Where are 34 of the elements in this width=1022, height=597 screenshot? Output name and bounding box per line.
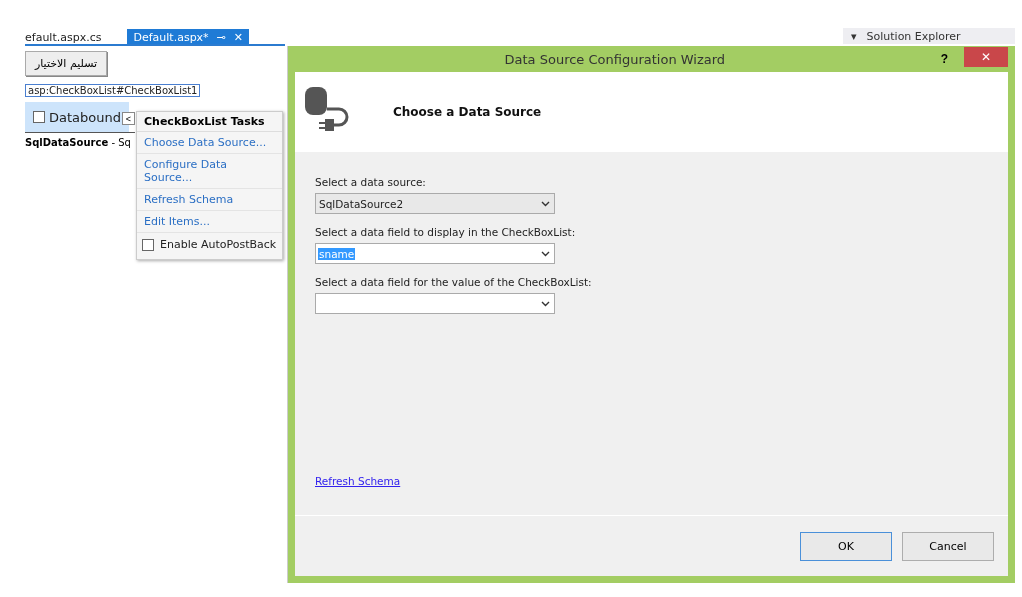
field-label: Select a data source: xyxy=(315,176,427,188)
checkbox[interactable] xyxy=(33,111,45,123)
close-button[interactable]: ✕ xyxy=(964,47,1008,67)
dialog-title: Data Source Configuration Wizard xyxy=(503,51,727,67)
checkbox[interactable] xyxy=(142,238,154,251)
caret-icon[interactable]: ▾ xyxy=(851,29,857,43)
field-label: Select a data field for the value of the CheckBoxList: xyxy=(315,276,593,288)
refresh-schema-link[interactable]: Refresh Schema xyxy=(315,475,401,487)
autopostback-option[interactable]: Enable AutoPostBack xyxy=(137,233,282,259)
checkbox-label: Databound xyxy=(49,109,121,125)
control-tag: asp:CheckBoxList#CheckBoxList1 xyxy=(25,84,201,97)
dialog-button[interactable]: Cancel xyxy=(902,531,994,561)
task-link[interactable]: Refresh Schema xyxy=(137,189,282,211)
page-heading: Choose a Data Source xyxy=(393,105,542,119)
panel-title: Solution Explorer xyxy=(866,29,961,43)
task-link[interactable]: Configure Data Source... xyxy=(137,154,282,189)
pin-icon[interactable]: ⊸ xyxy=(216,30,226,44)
document-tab[interactable]: efault.aspx.cs xyxy=(25,29,108,44)
tasks-title: CheckBoxList Tasks xyxy=(137,112,282,132)
dialog-button[interactable]: OK xyxy=(800,531,892,561)
field-label: Select a data field to display in the CheckBoxList: xyxy=(315,226,577,238)
chevron-icon xyxy=(541,250,550,257)
collapse-button[interactable]: < xyxy=(122,112,135,125)
datasource-control[interactable]: SqlDataSource - Sq xyxy=(25,132,135,152)
task-link[interactable]: Choose Data Source... xyxy=(137,132,282,154)
chevron-icon xyxy=(541,200,550,207)
document-tab[interactable]: Default.aspx* ⊸ ✕ xyxy=(127,29,250,44)
task-link[interactable]: Edit Items... xyxy=(137,211,282,233)
close-icon[interactable]: ✕ xyxy=(233,30,244,44)
dropdown-field[interactable]: SqlDataSource2 xyxy=(315,193,555,214)
submit-button[interactable]: تسليم الاختيار xyxy=(25,51,107,76)
chevron-icon xyxy=(541,300,550,307)
dropdown-field[interactable] xyxy=(315,293,555,314)
help-button[interactable]: ? xyxy=(934,51,954,67)
